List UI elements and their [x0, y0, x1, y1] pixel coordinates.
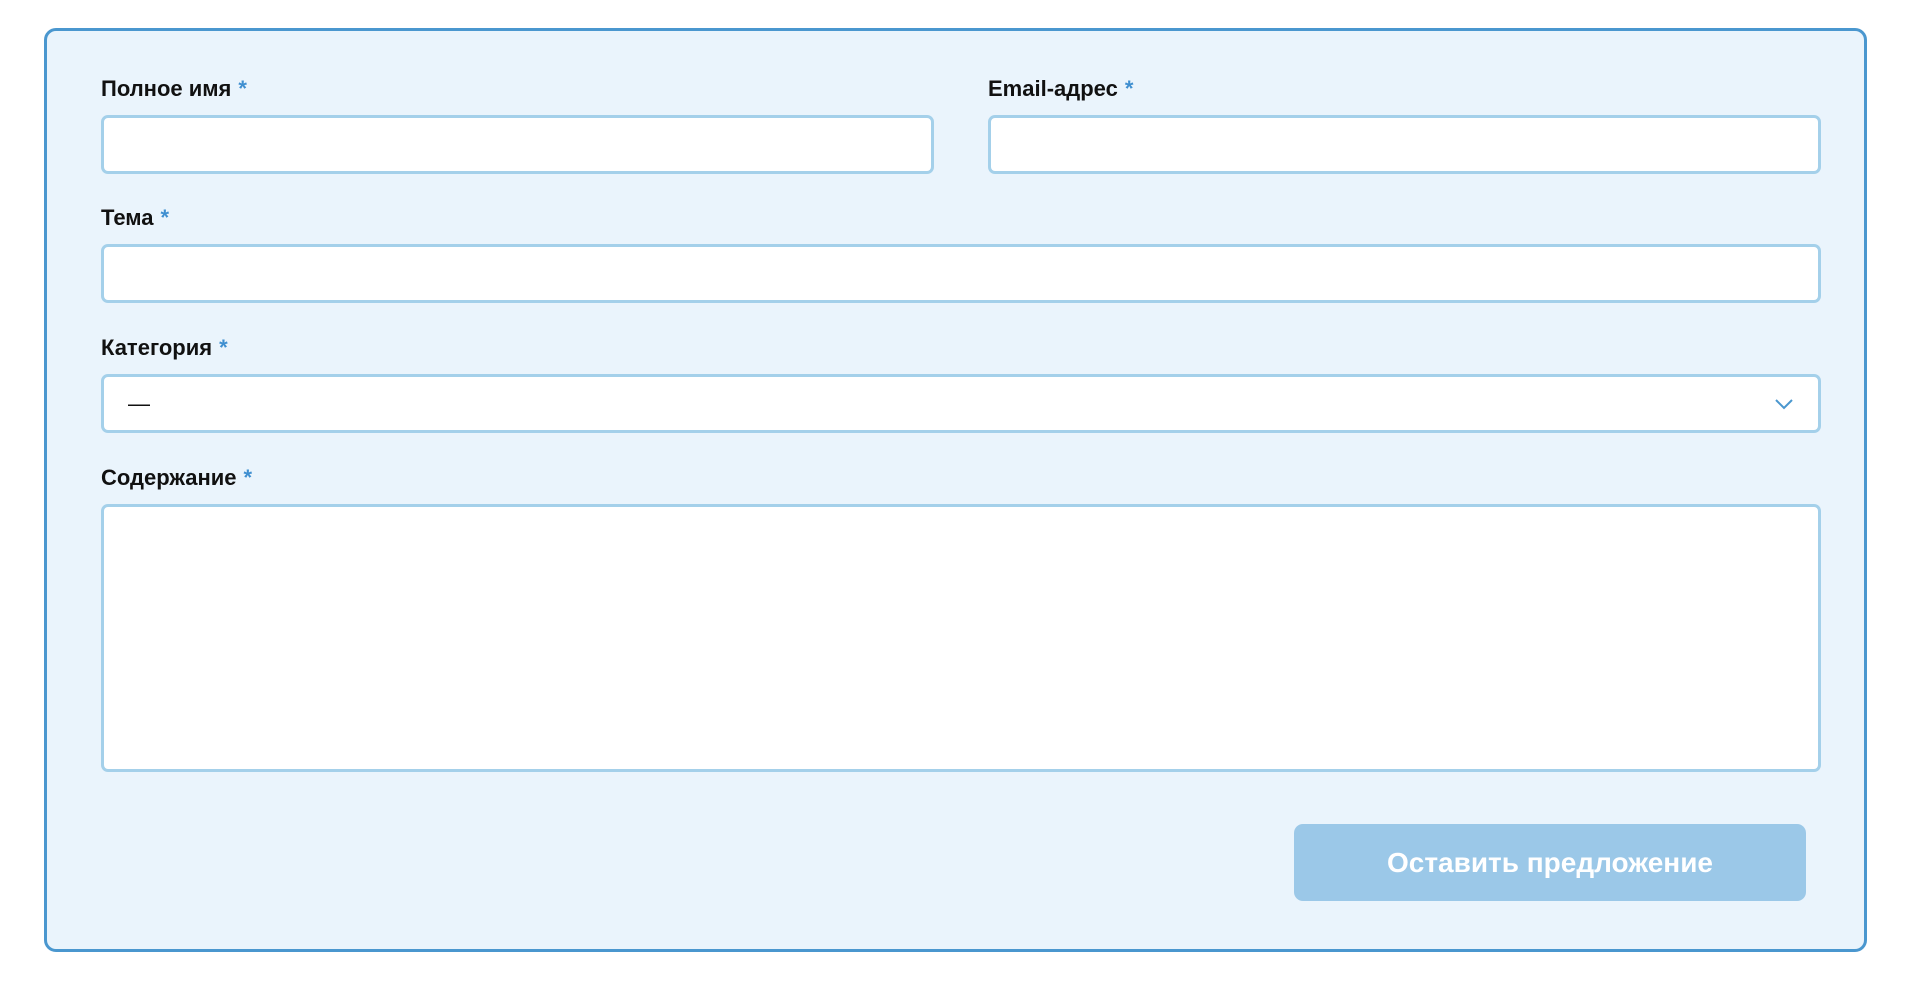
email-input[interactable] — [988, 115, 1821, 174]
subject-field: Тема * — [101, 204, 1821, 303]
content-label: Содержание * — [101, 465, 253, 490]
required-marker: * — [219, 335, 228, 360]
category-label: Категория * — [101, 335, 228, 360]
full-name-label: Полное имя * — [101, 76, 247, 101]
category-selected-value: — — [128, 390, 150, 416]
required-marker: * — [1124, 76, 1134, 101]
full-name-field: Полное имя * — [101, 75, 934, 174]
chevron-down-icon — [1774, 398, 1794, 410]
category-select[interactable]: — — [101, 374, 1821, 433]
subject-input[interactable] — [101, 244, 1821, 303]
required-marker: * — [243, 465, 253, 490]
category-field: Категория * — — [101, 334, 1821, 433]
content-textarea[interactable] — [101, 504, 1821, 772]
subject-label: Тема * — [101, 205, 170, 230]
required-marker: * — [160, 205, 170, 230]
email-field: Email-адрес * — [988, 75, 1821, 174]
submit-suggestion-button[interactable]: Оставить предложение — [1294, 824, 1806, 901]
content-field: Содержание * — [101, 464, 1821, 772]
suggestion-form: Полное имя * Email-адрес * Тема * Категория… — [44, 28, 1867, 952]
full-name-input[interactable] — [101, 115, 934, 174]
email-label: Email-адрес * — [988, 76, 1134, 101]
required-marker: * — [238, 76, 247, 101]
